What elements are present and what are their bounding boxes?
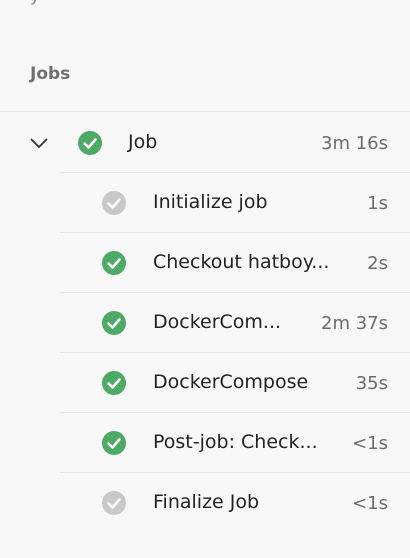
step-label: Post-job: Check... bbox=[153, 431, 318, 453]
chevron-down-icon[interactable] bbox=[28, 136, 50, 150]
skipped-check-icon bbox=[102, 191, 126, 215]
step-duration: <1s bbox=[352, 433, 388, 454]
success-check-icon bbox=[102, 431, 126, 455]
divider bbox=[60, 412, 410, 413]
divider bbox=[60, 172, 410, 173]
success-check-icon bbox=[102, 311, 126, 335]
step-row-initialize-job[interactable]: Initialize job 1s bbox=[0, 174, 410, 234]
step-label: Checkout hatboy... bbox=[153, 251, 330, 273]
divider bbox=[60, 472, 410, 473]
job-label: Job bbox=[128, 131, 158, 153]
step-duration: <1s bbox=[352, 493, 388, 514]
job-row[interactable]: Job 3m 16s bbox=[0, 114, 410, 174]
success-check-icon bbox=[102, 251, 126, 275]
step-label: Initialize job bbox=[153, 191, 268, 213]
divider bbox=[60, 352, 410, 353]
success-check-icon bbox=[78, 131, 102, 155]
step-row-post-job[interactable]: Post-job: Check... <1s bbox=[0, 414, 410, 474]
divider bbox=[0, 111, 410, 112]
step-label: DockerCom... bbox=[153, 311, 282, 333]
step-label: Finalize Job bbox=[153, 491, 260, 513]
jobs-section-title: Jobs bbox=[30, 64, 71, 84]
divider bbox=[60, 292, 410, 293]
step-row-finalize-job[interactable]: Finalize Job <1s bbox=[0, 474, 410, 534]
step-duration: 1s bbox=[367, 193, 388, 214]
success-check-icon bbox=[102, 371, 126, 395]
step-row-dockercompose[interactable]: DockerCompose 35s bbox=[0, 354, 410, 414]
divider bbox=[60, 232, 410, 233]
skipped-check-icon bbox=[102, 491, 126, 515]
job-duration: 3m 16s bbox=[321, 133, 388, 154]
step-row-dockercom[interactable]: DockerCom... 2m 37s bbox=[0, 294, 410, 354]
previous-section-text: y bbox=[30, 0, 40, 6]
step-duration: 2s bbox=[367, 253, 388, 274]
step-label: DockerCompose bbox=[153, 371, 309, 393]
step-duration: 35s bbox=[355, 373, 388, 394]
step-duration: 2m 37s bbox=[321, 313, 388, 334]
step-row-checkout[interactable]: Checkout hatboy... 2s bbox=[0, 234, 410, 294]
